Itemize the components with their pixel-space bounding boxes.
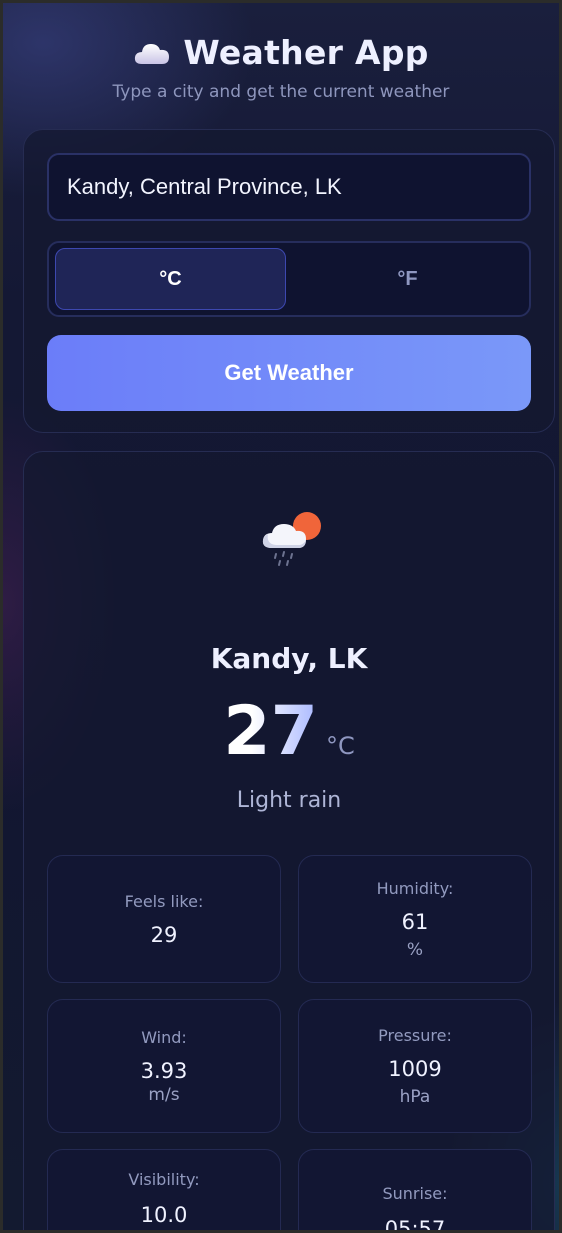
stat-label: Wind:	[141, 1027, 187, 1047]
unit-toggle: °C °F	[47, 241, 531, 317]
stat-label: Humidity:	[376, 878, 454, 898]
city-name: Kandy, LK	[210, 642, 368, 675]
stat-unit: %	[406, 939, 424, 960]
weather-description: Light rain	[236, 788, 342, 813]
title-text: Weather App	[183, 33, 429, 72]
stat-humidity: Humidity: 61 %	[298, 855, 532, 983]
stat-unit: hPa	[399, 1086, 431, 1107]
cloud-icon	[135, 43, 170, 64]
city-input[interactable]	[47, 153, 531, 221]
stat-feels-like: Feels like: 29	[47, 855, 281, 983]
stat-pressure: Pressure: 1009 hPa	[298, 999, 532, 1133]
stat-visibility: Visibility: 10.0	[47, 1149, 281, 1230]
stat-value: 61	[401, 909, 429, 934]
app-page: Weather App Type a city and get the curr…	[0, 0, 562, 1233]
stat-value: 3.93	[140, 1058, 188, 1083]
stat-value: 05:57	[384, 1217, 446, 1233]
stat-value: 10.0	[140, 1203, 188, 1227]
cloud-sun-rain-icon	[262, 512, 321, 566]
header: Weather App Type a city and get the curr…	[3, 3, 559, 102]
subtitle: Type a city and get the current weather	[112, 82, 450, 102]
stat-label: Sunrise:	[382, 1184, 448, 1203]
get-weather-button[interactable]: Get Weather	[47, 335, 531, 411]
stat-wind: Wind: 3.93 m/s	[47, 999, 281, 1133]
stat-sunrise: Sunrise: 05:57	[298, 1149, 532, 1233]
search-card: °C °F Get Weather	[23, 129, 555, 433]
temperature-value: 27	[223, 692, 318, 771]
page-title: Weather App	[133, 33, 428, 72]
stat-value: 1009	[388, 1056, 442, 1081]
stat-label: Feels like:	[124, 891, 204, 911]
stat-value: 29	[150, 922, 178, 947]
stat-label: Visibility:	[128, 1170, 200, 1189]
temperature-unit: °C	[325, 732, 355, 760]
celsius-button[interactable]: °C	[55, 248, 286, 310]
temperature-display: 27 °C	[24, 698, 554, 766]
stat-label: Pressure:	[378, 1025, 452, 1045]
stat-unit: m/s	[148, 1084, 180, 1105]
weather-result-card: Kandy, LK 27 °C Light rain Feels like: 2…	[23, 451, 555, 1233]
fahrenheit-button[interactable]: °F	[292, 248, 523, 310]
